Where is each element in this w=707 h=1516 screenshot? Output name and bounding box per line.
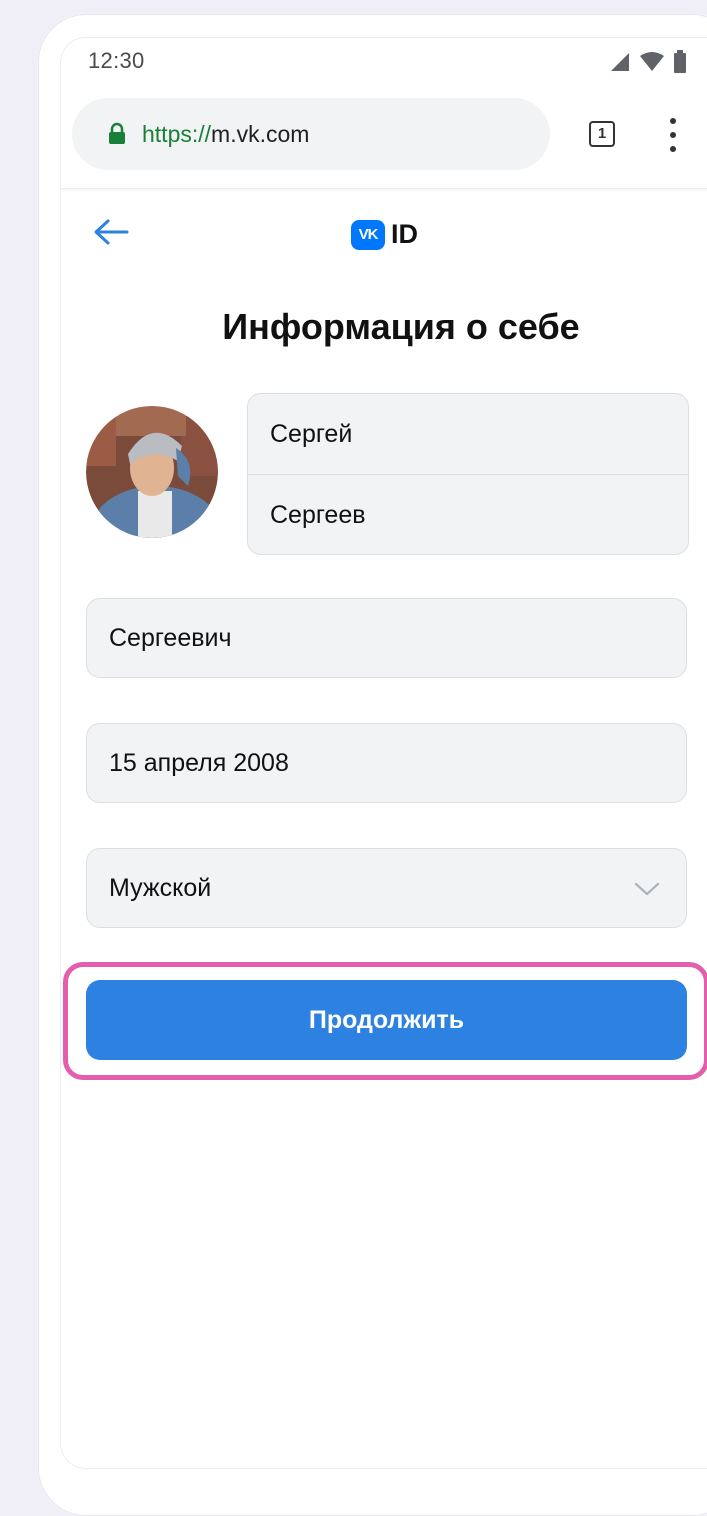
battery-icon: [674, 50, 686, 73]
status-icons: [609, 50, 687, 74]
status-bar: 12:30: [61, 38, 707, 88]
status-time: 12:30: [88, 48, 145, 73]
logo-id-text: ID: [391, 219, 418, 249]
address-bar[interactable]: https://m.vk.com: [72, 98, 550, 170]
vk-id-header: VK ID: [61, 203, 707, 263]
tab-switcher-button[interactable]: 1: [589, 121, 615, 147]
wifi-icon: [640, 52, 664, 71]
page-title: Информация о себе: [222, 306, 580, 347]
name-fields-group: Сергей Сергеев: [247, 393, 689, 555]
phone-screen: 12:30 https://m.vk.com 1 VK ID Информаци…: [60, 37, 707, 1469]
vk-logo-icon: VK: [351, 219, 385, 250]
arrow-left-icon[interactable]: [91, 217, 131, 247]
birth-date-field[interactable]: 15 апреля 2008: [86, 723, 687, 803]
url-host: m.vk.com: [211, 120, 310, 147]
url-text: https://m.vk.com: [142, 121, 309, 148]
signal-icon: [611, 53, 629, 71]
avatar[interactable]: [86, 406, 218, 538]
first-name-field[interactable]: Сергей: [248, 394, 688, 474]
vk-id-logo: VK ID: [351, 219, 418, 250]
menu-dots-icon[interactable]: [667, 118, 679, 152]
last-name-field[interactable]: Сергеев: [248, 474, 688, 554]
avatar-photo: [86, 406, 218, 538]
chevron-down-icon: [634, 882, 660, 896]
gender-value: Мужской: [109, 873, 212, 902]
gender-select[interactable]: Мужской: [86, 848, 687, 928]
continue-button[interactable]: Продолжить: [86, 980, 687, 1060]
lock-icon: [109, 122, 125, 144]
browser-toolbar: https://m.vk.com 1: [61, 88, 707, 189]
url-scheme: https://: [142, 120, 212, 147]
patronymic-field[interactable]: Сергеевич: [86, 598, 687, 678]
